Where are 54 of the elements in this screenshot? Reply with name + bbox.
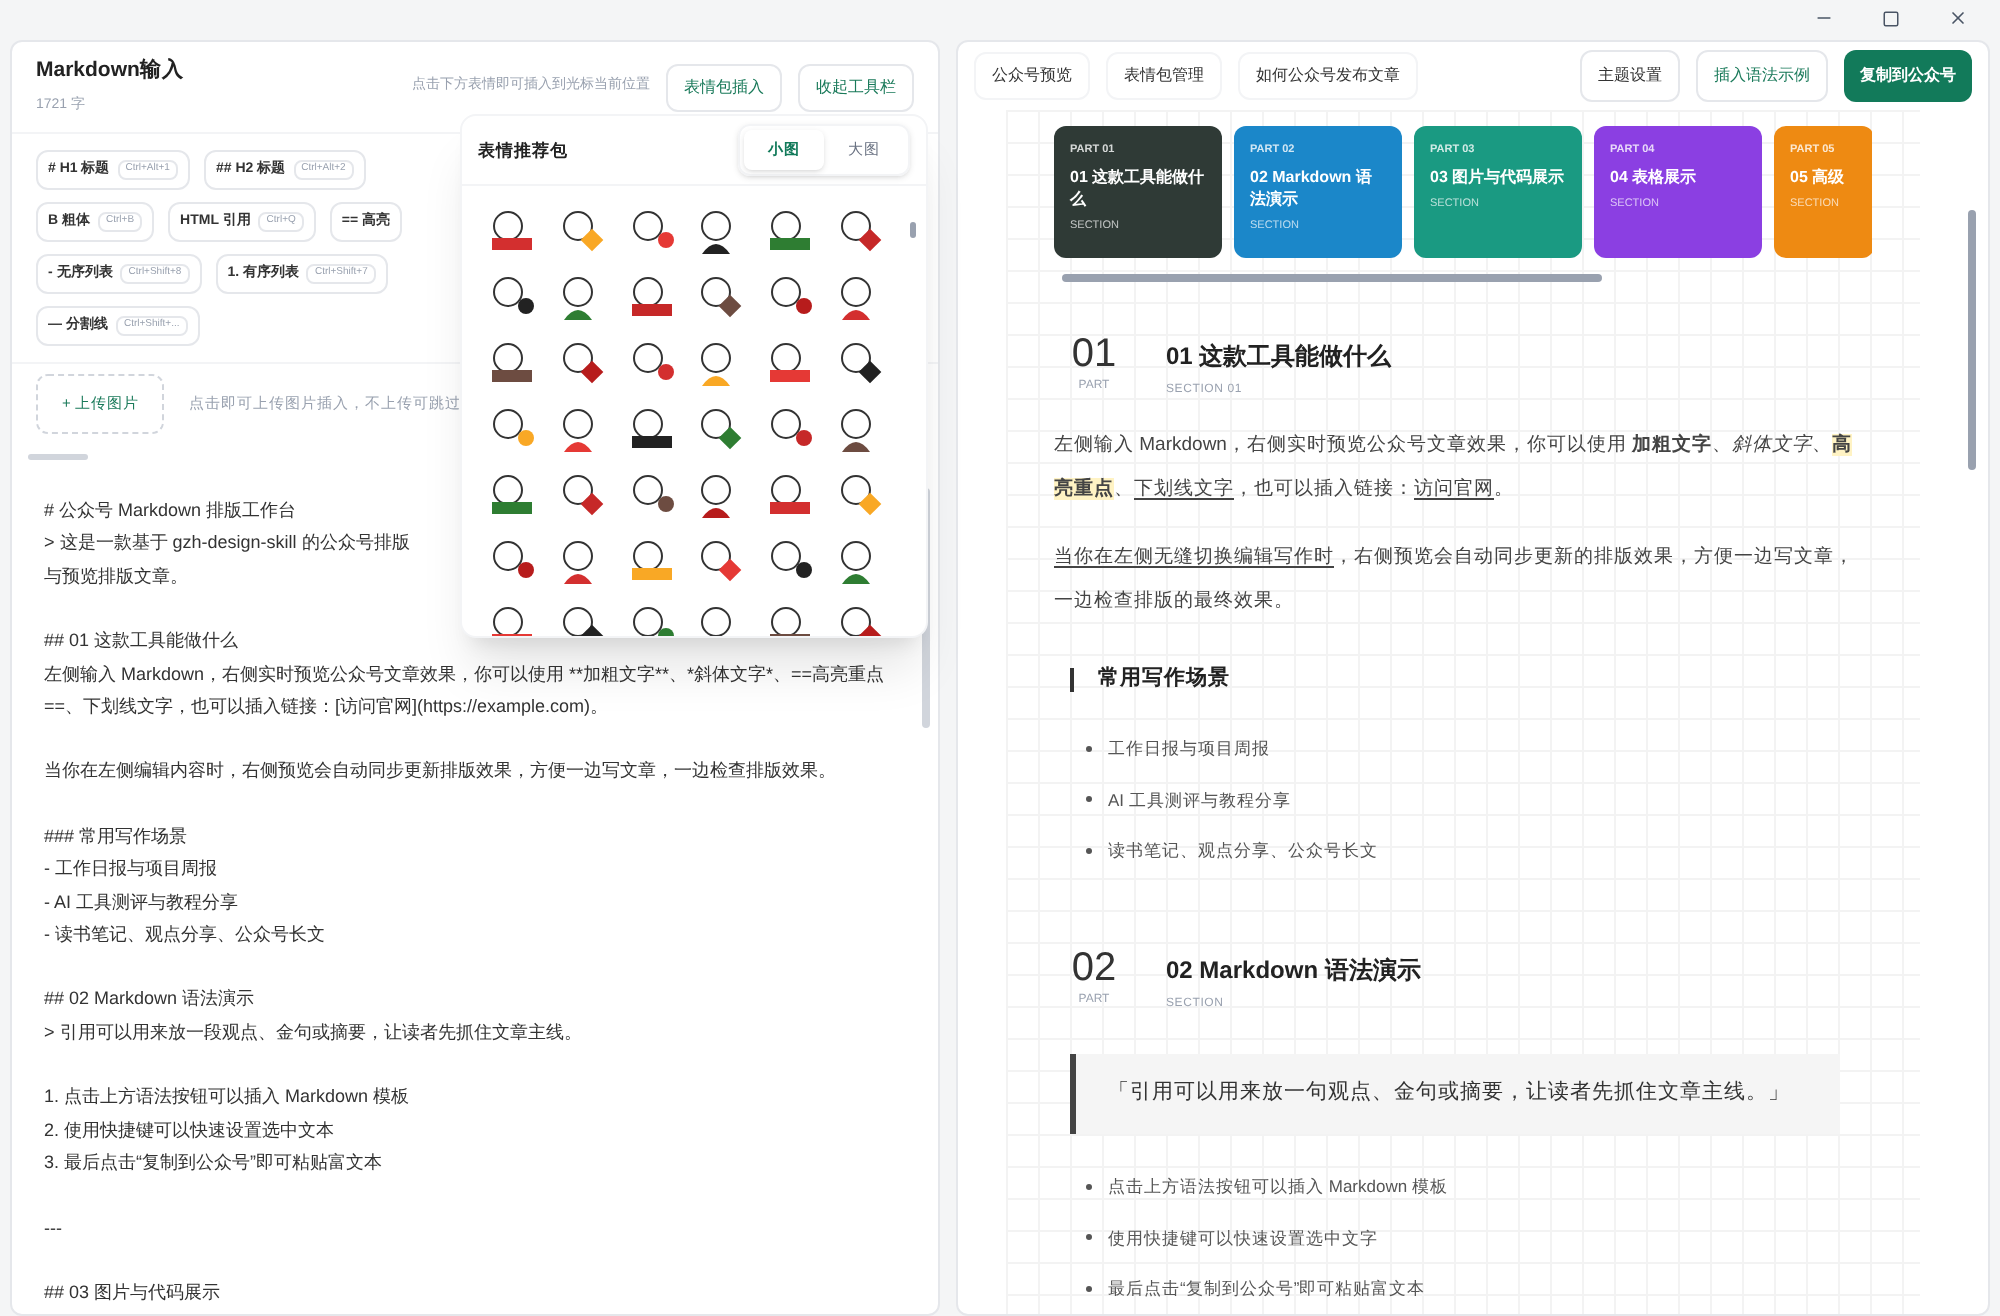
toolbar-tab[interactable]: 如何公众号发布文章 [1238, 52, 1418, 100]
list-item: 工作日报与项目周报 [1108, 735, 1270, 761]
close-icon[interactable] [1948, 8, 1968, 28]
paragraph: 当你在左侧无缝切换编辑写作时，右侧预览会自动同步更新的排版效果，方便一边写文章，一边检查排版的最终效果。 [1054, 544, 1856, 616]
editor-line: > 这是一款基于 gzh-design-skill 的公众号排版 [44, 530, 410, 557]
toolbar-tab[interactable]: 公众号预览 [974, 52, 1090, 100]
list-item: 点击上方语法按钮可以插入 Markdown 模板 [1108, 1173, 1448, 1199]
toolbar-button[interactable]: 表情包插入 [666, 63, 782, 111]
list-item: 使用快捷键可以快速设置选中文字 [1108, 1225, 1378, 1251]
editor-line: - 工作日报与项目周报 [44, 856, 217, 883]
editor-line: 左侧输入 Markdown，右侧实时预览公众号文章效果，你可以使用 **加粗文字**、*斜体文字*、==高亮重点 [44, 661, 885, 688]
list-item: 读书笔记、观点分享、公众号长文 [1108, 838, 1378, 864]
list-item: 最后点击“复制到公众号”即可粘贴富文本 [1108, 1276, 1426, 1302]
editor-line: 2. 使用快捷键可以快速设置选中文本 [44, 1117, 335, 1144]
editor-line: - 读书笔记、观点分享、公众号长文 [44, 922, 325, 949]
horizontal-scrollbar[interactable] [1062, 274, 1602, 282]
vertical-scrollbar[interactable] [910, 222, 916, 238]
list-item: AI 工具测评与教程分享 [1108, 787, 1291, 813]
popover-title: 表情推荐包 [478, 137, 568, 163]
bullet-icon [1086, 848, 1092, 855]
subheading: 常用写作场景 [1098, 664, 1230, 694]
editor-line: 当你在左侧编辑内容时，右侧预览会自动同步更新排版效果，方便一边写文章，一边检查排版效果。 [44, 758, 836, 785]
editor-line: - AI 工具测评与教程分享 [44, 889, 239, 916]
section-title: 01 这款工具能做什么 [1166, 340, 1392, 374]
section-number: 02 [1071, 944, 1117, 992]
editor-line: ### 常用写作场景 [44, 823, 188, 850]
maximize-icon[interactable] [1882, 9, 1900, 27]
paragraph: 左侧输入 Markdown，右侧实时预览公众号文章效果，你可以使用 加粗文字、斜体文字、高亮重点、下划线文字，也可以插入链接：访问官网。 [1054, 431, 1855, 504]
bullet-icon [1086, 1183, 1092, 1190]
editor-line: 3. 最后点击“复制到公众号”即可粘贴富文本 [44, 1150, 383, 1177]
editor-line: > 引用可以用来放一段观点、金句或摘要，让读者先抓住文章主线。 [44, 1019, 582, 1046]
editor-line: ## 01 这款工具能做什么 [44, 628, 239, 655]
section-number: 01 [1071, 330, 1117, 378]
bullet-icon [1086, 796, 1092, 803]
action-button[interactable]: 主题设置 [1580, 50, 1680, 102]
section-title: 02 Markdown 语法演示 [1166, 954, 1421, 988]
editor-line: # 公众号 Markdown 排版工作台 [44, 498, 297, 524]
toolbar-tab[interactable]: 表情包管理 [1106, 52, 1222, 100]
editor-line: ## 03 图片与代码展示 [44, 1279, 221, 1306]
horizontal-scrollbar[interactable] [28, 453, 88, 459]
quote-block: 「引用可以用来放一句观点、金句或摘要，让读者先抓住文章主线。」 [1070, 1054, 1840, 1134]
action-button[interactable]: 复制到公众号 [1844, 50, 1972, 102]
bullet-icon [1086, 1234, 1092, 1241]
panel-title: Markdown输入 [36, 56, 184, 87]
editor-line: ## 02 Markdown 语法演示 [44, 986, 255, 1013]
action-button[interactable]: 插入语法示例 [1696, 50, 1828, 102]
editor-line: 与预览排版文章。 [44, 563, 188, 590]
editor-line: --- [44, 1215, 62, 1241]
editor-line: 1. 点击上方语法按钮可以插入 Markdown 模板 [44, 1084, 410, 1111]
bullet-icon [1086, 745, 1092, 752]
toolbar-button[interactable]: 收起工具栏 [798, 63, 914, 111]
vertical-scrollbar[interactable] [1968, 210, 1976, 470]
bullet-icon [1086, 1286, 1092, 1293]
editor-line: ==、下划线文字，也可以插入链接：[访问官网](https://example.com)。 [44, 694, 609, 721]
